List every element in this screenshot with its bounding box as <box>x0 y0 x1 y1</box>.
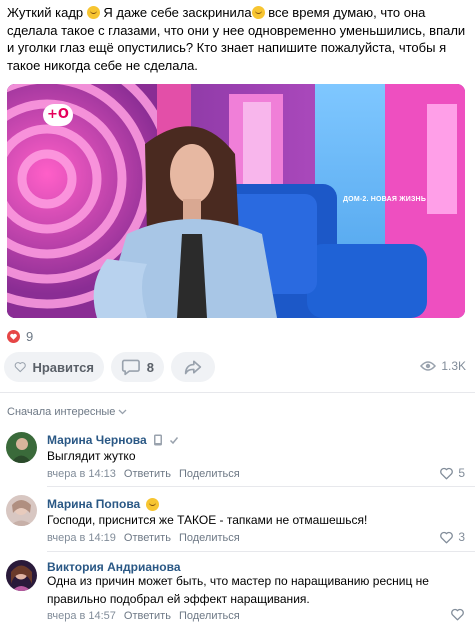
comment-like-count: 5 <box>458 466 465 480</box>
avatar[interactable] <box>6 560 37 591</box>
comment-time[interactable]: вчера в 14:13 <box>47 468 116 480</box>
comment-author[interactable]: Виктория Андрианова <box>47 560 181 574</box>
avatar-image <box>6 495 37 526</box>
post-actions: Нравится 8 1.3K <box>0 352 475 384</box>
comment-text: Одна из причин может быть, что мастер по… <box>47 574 429 606</box>
reply-link[interactable]: Ответить <box>124 532 171 544</box>
author-name: Марина Попова <box>47 497 141 511</box>
reactions-summary[interactable]: 9 <box>7 328 33 344</box>
comment-author[interactable]: Марина Чернова <box>47 433 179 447</box>
heart-outline-icon <box>440 531 454 543</box>
heart-icon <box>7 329 20 343</box>
eye-icon <box>420 361 437 371</box>
divider <box>0 392 475 393</box>
heart-outline-icon <box>440 467 454 479</box>
comment-meta: вчера в 14:19 Ответить Поделиться <box>47 532 240 544</box>
comment-meta: вчера в 14:57 Ответить Поделиться <box>47 610 240 622</box>
post-text-part: Я даже себе заскринила <box>99 5 252 20</box>
comments-button[interactable]: 8 <box>111 352 164 382</box>
phone-icon <box>153 434 162 446</box>
divider <box>47 551 475 552</box>
reply-link[interactable]: Ответить <box>124 468 171 480</box>
comment-text: Выглядит жутко <box>47 449 136 463</box>
share-link[interactable]: Поделиться <box>179 532 240 544</box>
chevron-down-icon <box>118 409 127 415</box>
comment-like-count: 3 <box>458 530 465 544</box>
post-image[interactable]: +O ДОМ-2. НОВАЯ ЖИЗНЬ <box>7 84 465 318</box>
channel-caption: ДОМ-2. НОВАЯ ЖИЗНЬ <box>343 196 427 203</box>
smiling-face-emoji-icon <box>146 497 160 511</box>
reactions-count: 9 <box>26 328 34 344</box>
divider <box>47 486 475 487</box>
comment-text: Господи, приснится же ТАКОЕ - тапками не… <box>47 513 368 527</box>
channel-logo: +O <box>43 104 73 126</box>
share-link[interactable]: Поделиться <box>179 468 240 480</box>
share-icon <box>184 360 202 375</box>
laughing-face-emoji-icon <box>251 6 265 19</box>
author-name: Виктория Андрианова <box>47 560 181 574</box>
share-button[interactable] <box>171 352 215 382</box>
share-link[interactable]: Поделиться <box>179 610 240 622</box>
author-name: Марина Чернова <box>47 433 147 447</box>
post-text: Жуткий кадр Я даже себе заскринила все в… <box>7 4 469 74</box>
comment-author[interactable]: Марина Попова <box>47 497 160 511</box>
heart-outline-icon <box>451 608 464 621</box>
comment-like-button[interactable] <box>450 608 465 621</box>
comment-meta: вчера в 14:13 Ответить Поделиться <box>47 468 240 480</box>
like-label: Нравится <box>32 359 94 375</box>
comments-sort-label: Сначала интересные <box>7 406 116 418</box>
comment-time[interactable]: вчера в 14:57 <box>47 610 116 622</box>
post-text-part: Жуткий кадр <box>7 5 87 20</box>
comment-time[interactable]: вчера в 14:19 <box>47 532 116 544</box>
comments-count: 8 <box>146 359 154 375</box>
views-counter: 1.3K <box>420 359 466 373</box>
like-button[interactable]: Нравится <box>4 352 104 382</box>
avatar-image <box>6 560 37 591</box>
comments-sort-dropdown[interactable]: Сначала интересные <box>7 406 127 418</box>
verified-check-icon <box>169 437 178 445</box>
views-count: 1.3K <box>441 359 466 373</box>
avatar-image <box>6 432 37 463</box>
comment-icon <box>121 359 140 376</box>
reply-link[interactable]: Ответить <box>124 610 171 622</box>
avatar[interactable] <box>6 432 37 463</box>
avatar[interactable] <box>6 495 37 526</box>
smiling-face-emoji-icon <box>86 6 100 19</box>
comment-like-button[interactable]: 5 <box>439 466 465 480</box>
heart-outline-icon <box>14 362 26 373</box>
comment-like-button[interactable]: 3 <box>439 530 465 544</box>
